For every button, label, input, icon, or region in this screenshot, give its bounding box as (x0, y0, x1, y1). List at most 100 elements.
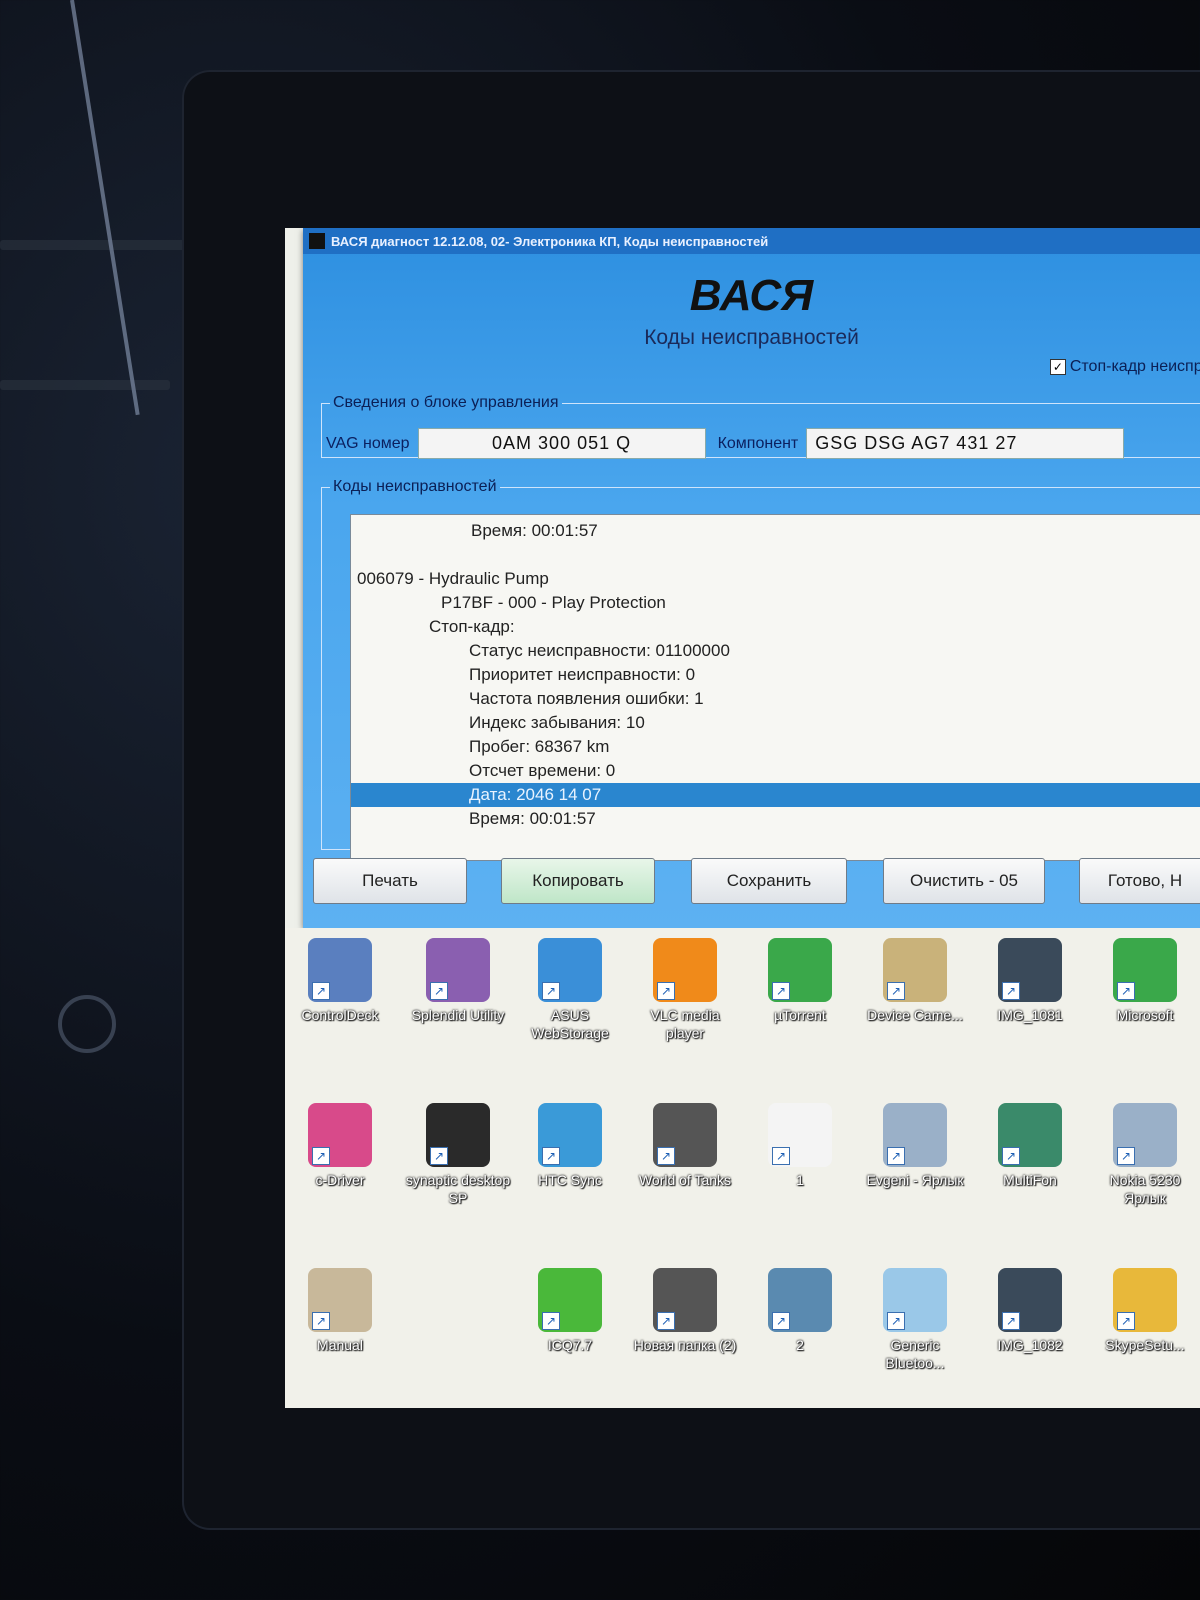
desktop-icon[interactable]: ↗ 1 (745, 1103, 855, 1189)
desktop-icon-label: ICQ7.7 (547, 1337, 593, 1353)
page-subtitle: Коды неисправностей (644, 326, 859, 349)
skype-setup-icon: ↗ (1113, 1268, 1177, 1332)
fault-line[interactable]: 006079 - Hydraulic Pump (351, 567, 1200, 591)
desktop-icon[interactable]: ↗ HTC Sync (515, 1103, 625, 1189)
shortcut-arrow-icon: ↗ (1002, 1147, 1020, 1165)
desktop-icon-label: World of Tanks (638, 1172, 732, 1188)
fault-line[interactable]: Отсчет времени: 0 (351, 759, 1200, 783)
vag-number-label: VAG номер (326, 434, 410, 452)
desktop-icon[interactable]: ↗ Splendid Utility (403, 938, 513, 1024)
component-label: Компонент (717, 434, 799, 452)
desktop-icon-label: Evgeni - Ярлык (866, 1172, 964, 1188)
blank-file-icon: ↗ (768, 1103, 832, 1167)
shortcut-arrow-icon: ↗ (1117, 1312, 1135, 1330)
desktop-icon[interactable]: ↗ Manual (285, 1268, 395, 1354)
fault-line[interactable]: P17BF - 000 - Play Protection (351, 591, 1200, 615)
manual-icon: ↗ (308, 1268, 372, 1332)
desktop-icon[interactable]: ↗ Evgeni - Ярлык (860, 1103, 970, 1189)
desktop-icon-label: Manual (317, 1337, 363, 1353)
desktop-icon[interactable]: ↗ World of Tanks (630, 1103, 740, 1189)
windows-desktop: ↗ ControlDeck ↗ Splendid Utility ↗ ASUS WebSt… (285, 928, 1200, 1408)
fault-line[interactable]: Пробег: 68367 km (351, 735, 1200, 759)
desktop-icon[interactable]: ↗ Microsoft (1090, 938, 1200, 1024)
synaptic-icon: ↗ (426, 1103, 490, 1167)
desktop-icon[interactable]: ↗ VLC media player (630, 938, 740, 1042)
vag-number-field[interactable]: 0AM 300 051 Q (417, 428, 706, 459)
print-button[interactable]: Печать (313, 858, 467, 904)
fault-line[interactable]: Статус неисправности: 01100000 (351, 639, 1200, 663)
controldeck-icon: ↗ (308, 938, 372, 1002)
desktop-icon-label: µTorrent (774, 1007, 826, 1023)
photo-icon: ↗ (998, 938, 1062, 1002)
photo-icon: ↗ (768, 1268, 832, 1332)
desktop-icon-label: synaptic desktop SP (405, 1172, 511, 1206)
desktop-icon[interactable]: ↗ IMG_1082 (975, 1268, 1085, 1354)
fault-line[interactable]: Время: 00:01:57 (351, 807, 1200, 831)
fault-line[interactable]: Индекс забывания: 10 (351, 711, 1200, 735)
done-button[interactable]: Готово, Н (1079, 858, 1200, 904)
desktop-icon[interactable]: ↗ Generic Bluetoo... (860, 1268, 970, 1372)
shortcut-arrow-icon: ↗ (542, 982, 560, 1000)
laptop-screen: ВАСЯ диагност 12.12.08, 02- Электроника … (285, 228, 1200, 1408)
fault-line[interactable]: Приоритет неисправности: 0 (351, 663, 1200, 687)
desktop-icon[interactable]: ↗ synaptic desktop SP (403, 1103, 513, 1207)
clear-codes-button[interactable]: Очистить - 05 (883, 858, 1045, 904)
window-title: ВАСЯ диагност 12.12.08, 02- Электроника … (331, 233, 769, 249)
freeze-frame-label: Стоп-кадр неисправ (1069, 358, 1200, 375)
desktop-icon[interactable]: ↗ Device Came... (860, 938, 970, 1024)
fault-line[interactable]: Частота появления ошибки: 1 (351, 687, 1200, 711)
fault-line[interactable]: Стоп-кадр: (351, 615, 1200, 639)
desktop-icon[interactable]: ↗ MultiFon (975, 1103, 1085, 1189)
desktop-icon-label: Generic Bluetoo... (885, 1337, 945, 1371)
utorrent-icon: ↗ (1113, 938, 1177, 1002)
copy-button[interactable]: Копировать (501, 858, 655, 904)
vasya-window: ВАСЯ диагност 12.12.08, 02- Электроника … (303, 228, 1200, 928)
phone-icon: ↗ (883, 1103, 947, 1167)
desktop-icon[interactable]: ↗ ICQ7.7 (515, 1268, 625, 1354)
multifon-icon: ↗ (998, 1103, 1062, 1167)
desktop-icon-label: IMG_1082 (997, 1337, 1063, 1353)
fault-line[interactable]: Дата: 2046 14 07 (351, 783, 1200, 807)
shortcut-arrow-icon: ↗ (657, 982, 675, 1000)
shortcut-arrow-icon: ↗ (887, 1312, 905, 1330)
desktop-icon[interactable]: ↗ ASUS WebStorage (515, 938, 625, 1042)
save-button[interactable]: Сохранить (691, 858, 847, 904)
desktop-icon[interactable]: ↗ SkypeSetu... (1090, 1268, 1200, 1354)
shortcut-arrow-icon: ↗ (772, 1147, 790, 1165)
desktop-icon[interactable]: ↗ 2 (745, 1268, 855, 1354)
desktop-icon[interactable]: ↗ IMG_1081 (975, 938, 1085, 1024)
fault-line[interactable] (351, 543, 1200, 567)
fault-line[interactable]: Время: 00:01:57 (351, 519, 1200, 543)
desktop-icon-label: HTC Sync (538, 1172, 602, 1188)
device-camera-icon: ↗ (883, 938, 947, 1002)
desktop-icon[interactable]: ↗ ControlDeck (285, 938, 395, 1024)
desktop-icon[interactable]: ↗ Nokia 5230 Ярлык (1090, 1103, 1200, 1207)
fault-codes-list[interactable]: Время: 00:01:57 006079 - Hydraulic Pump P1… (350, 514, 1200, 861)
shortcut-arrow-icon: ↗ (430, 1147, 448, 1165)
desktop-icon[interactable]: ↗ c-Driver (285, 1103, 395, 1189)
vlc-icon: ↗ (653, 938, 717, 1002)
splendid-utility-icon: ↗ (426, 938, 490, 1002)
desktop-icon-label: SkypeSetu... (1105, 1337, 1185, 1353)
desktop-icon-label: MultiFon (1003, 1172, 1057, 1188)
photo-icon: ↗ (998, 1268, 1062, 1332)
desktop-icon-label: Splendid Utility (411, 1007, 505, 1023)
button-bar: Печать Копировать Сохранить Очистить - 0… (313, 858, 1200, 908)
shortcut-arrow-icon: ↗ (887, 982, 905, 1000)
check-icon: ✓ (1049, 359, 1066, 375)
desktop-icon-label: Microsoft (1116, 1007, 1174, 1023)
desktop-icon[interactable]: ↗ Новая папка (2) (630, 1268, 740, 1354)
disc-icon: ↗ (308, 1103, 372, 1167)
window-titlebar[interactable]: ВАСЯ диагност 12.12.08, 02- Электроника … (303, 228, 1200, 254)
desktop-icon-label: 1 (796, 1172, 804, 1188)
app-icon (309, 233, 325, 249)
component-field[interactable]: GSG DSG AG7 431 27 (806, 428, 1125, 459)
freeze-frame-checkbox[interactable]: ✓ Стоп-кадр неисправ (1049, 358, 1200, 376)
desktop-icon[interactable]: ↗ µTorrent (745, 938, 855, 1024)
world-of-tanks-icon: ↗ (653, 1103, 717, 1167)
desktop-icon-label: Device Came... (867, 1007, 963, 1023)
shortcut-arrow-icon: ↗ (430, 982, 448, 1000)
desktop-icon-label: c-Driver (315, 1172, 365, 1188)
shortcut-arrow-icon: ↗ (312, 1312, 330, 1330)
asus-webstorage-icon: ↗ (538, 938, 602, 1002)
